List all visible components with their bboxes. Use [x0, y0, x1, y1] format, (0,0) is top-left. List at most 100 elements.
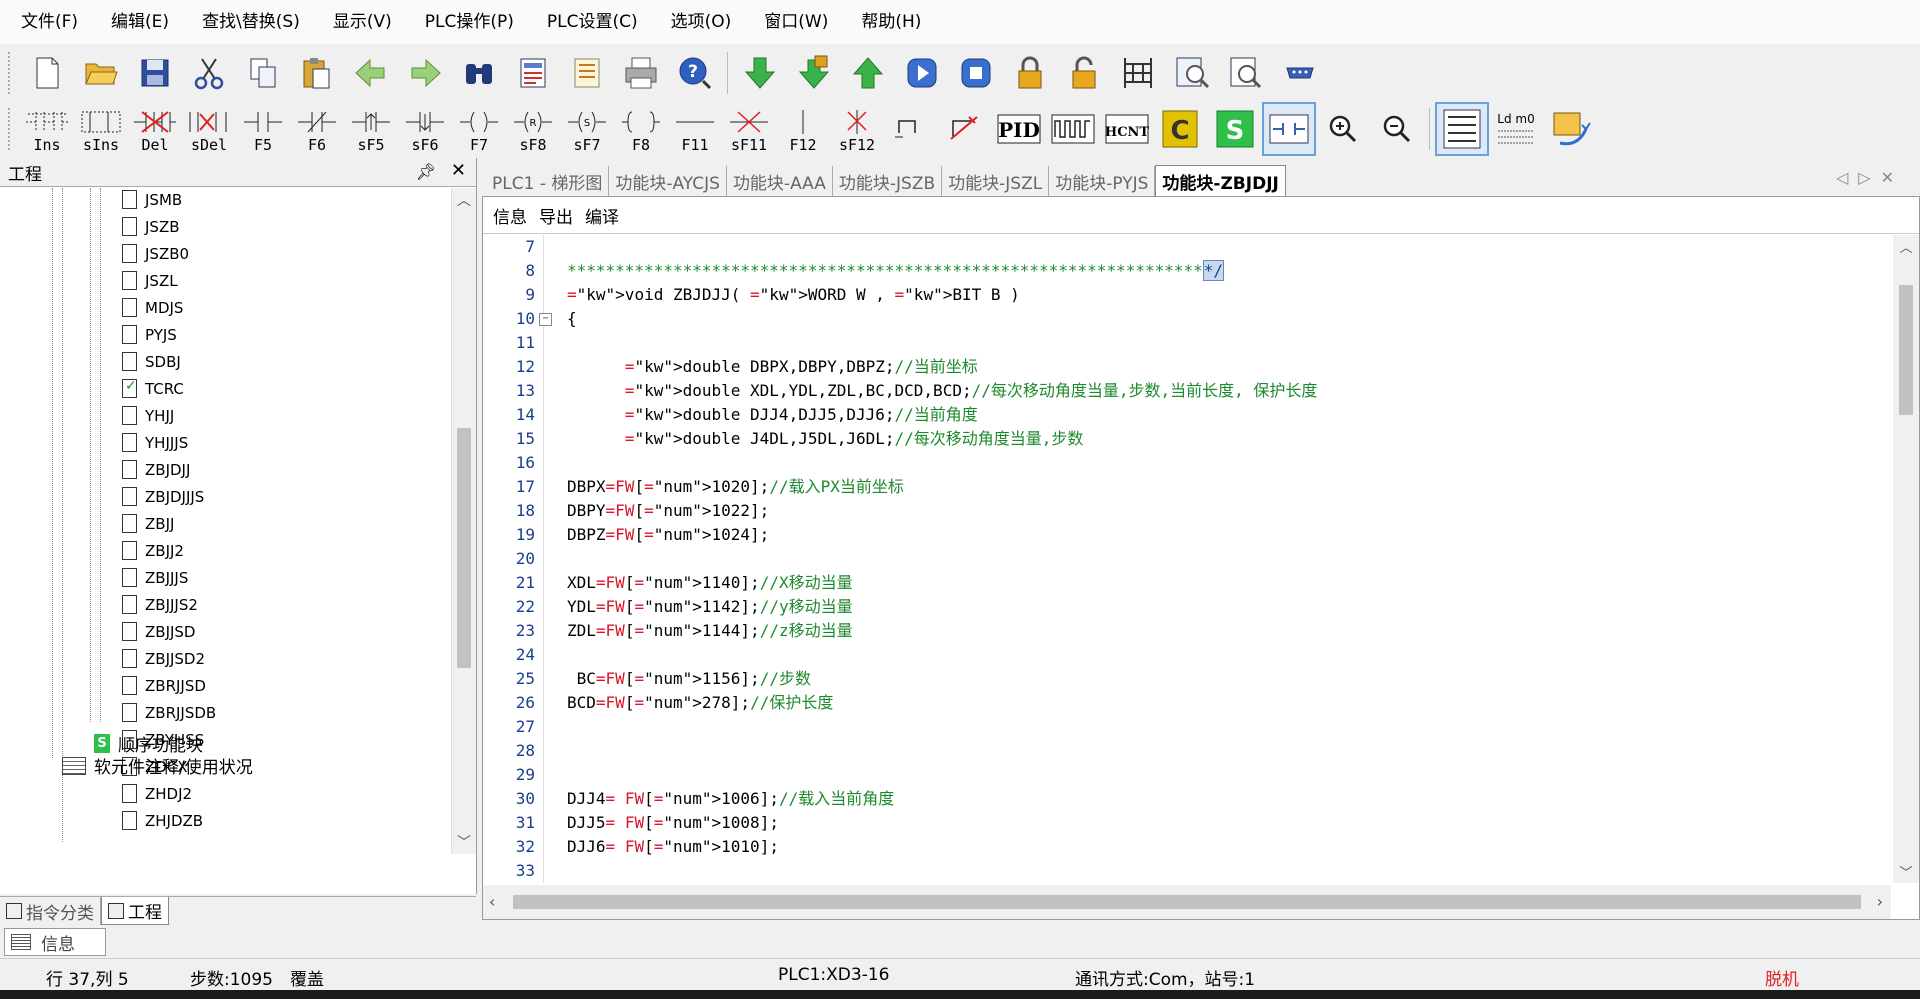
zoom-in-button[interactable]	[1318, 104, 1368, 154]
toolbar-grip-2[interactable]	[8, 108, 14, 150]
editor-scroll-thumb[interactable]	[1899, 285, 1913, 415]
scroll-thumb[interactable]	[457, 428, 471, 668]
chevron-down-icon[interactable]: ﹀	[1893, 862, 1919, 881]
menu-file[interactable]: 文件(F)	[9, 0, 90, 44]
menu-plc-settings[interactable]: PLC设置(C)	[535, 0, 650, 44]
zoom-out-button[interactable]	[1372, 104, 1422, 154]
tab-fb-aycjs[interactable]: 功能块-AYCJS	[609, 166, 727, 196]
sfc-button[interactable]: S	[1210, 104, 1260, 154]
monitor-button[interactable]	[1168, 49, 1216, 97]
close-icon[interactable]: ✕	[451, 160, 466, 181]
tree-item[interactable]: JSZB0	[122, 240, 189, 267]
tree-item[interactable]: YHJJJS	[122, 429, 188, 456]
copy-button[interactable]	[239, 49, 287, 97]
shift-insert-button[interactable]: sIns	[76, 104, 126, 154]
tab-fb-jszb[interactable]: 功能块-JSZB	[833, 166, 943, 196]
instruction-list-button[interactable]	[509, 49, 557, 97]
tab-project[interactable]: 工程	[101, 897, 169, 925]
tree-item[interactable]: JSZL	[122, 267, 178, 294]
tree-item[interactable]: ZHJDZB	[122, 807, 203, 834]
tab-instruction-category[interactable]: 指令分类	[0, 897, 101, 925]
instruction-list-view-button[interactable]: Ld m0	[1491, 104, 1541, 154]
export-menu[interactable]: 导出	[539, 203, 573, 228]
tab-fb-jszl[interactable]: 功能块-JSZL	[942, 166, 1050, 196]
chevron-right-icon[interactable]: ›	[1877, 892, 1883, 911]
tree-item[interactable]: YHJJ	[122, 402, 174, 429]
paste-button[interactable]	[293, 49, 341, 97]
info-menu[interactable]: 信息	[493, 203, 527, 228]
code-area[interactable]: 7 8 **************************************…	[483, 235, 1891, 883]
chevron-up-icon[interactable]: ︿	[1893, 237, 1919, 256]
chevron-left-icon[interactable]: ‹	[489, 892, 495, 911]
tree-item[interactable]: SDBJ	[122, 348, 181, 375]
new-file-button[interactable]	[23, 49, 71, 97]
output-coil-button[interactable]: F7	[454, 104, 504, 154]
comments-node[interactable]: 软元件注释/使用状况	[62, 752, 253, 779]
delete-button[interactable]: Del	[130, 104, 180, 154]
ladder-list-button[interactable]	[1435, 102, 1489, 156]
nc-contact-button[interactable]: F6	[292, 104, 342, 154]
tab-fb-aaa[interactable]: 功能块-AAA	[727, 166, 833, 196]
tab-left-icon[interactable]: ◁	[1836, 168, 1858, 187]
tree-item[interactable]: MDJS	[122, 294, 183, 321]
editor-horizontal-scrollbar[interactable]: ‹ ›	[483, 885, 1891, 919]
convert-button[interactable]	[1545, 104, 1595, 154]
help-button[interactable]: ?	[671, 49, 719, 97]
tree-item[interactable]: ZBJJ2	[122, 537, 184, 564]
back-button[interactable]	[347, 49, 395, 97]
tree-item[interactable]: ZBJDJJ	[122, 456, 190, 483]
rising-edge-button[interactable]: sF5	[346, 104, 396, 154]
tree-item[interactable]: ZBRJJSDB	[122, 699, 216, 726]
falling-edge-button[interactable]: sF6	[400, 104, 450, 154]
tree-item[interactable]: JSZB	[122, 213, 180, 240]
tab-right-icon[interactable]: ▷	[1858, 168, 1880, 187]
tab-fb-zbjdjj[interactable]: 功能块-ZBJDJJ	[1155, 165, 1286, 196]
menu-edit[interactable]: 编辑(E)	[99, 0, 181, 44]
tab-plc1-ladder[interactable]: PLC1 - 梯形图	[480, 166, 610, 196]
tree-item[interactable]: JSMB	[122, 188, 182, 213]
bracket-button[interactable]	[886, 104, 936, 154]
tree-item[interactable]: ✓ TCRC	[122, 375, 184, 402]
tree-item[interactable]: ZBJDJJJS	[122, 483, 204, 510]
chevron-down-icon[interactable]: ﹀	[452, 832, 476, 852]
menu-view[interactable]: 显示(V)	[321, 0, 404, 44]
fold-toggle-icon[interactable]: −	[539, 313, 552, 326]
hcnt-button[interactable]: HCNT	[1102, 104, 1152, 154]
pid-button[interactable]: PID	[994, 104, 1044, 154]
chevron-up-icon[interactable]: ︿	[452, 190, 476, 210]
reset-coil-button[interactable]: RsF8	[508, 104, 558, 154]
pulse-button[interactable]	[1048, 104, 1098, 154]
instruction-button[interactable]: F8	[616, 104, 666, 154]
lock-button[interactable]	[1006, 49, 1054, 97]
save-button[interactable]	[131, 49, 179, 97]
menu-help[interactable]: 帮助(H)	[849, 0, 933, 44]
print-button[interactable]	[617, 49, 665, 97]
tree-item[interactable]: PYJS	[122, 321, 177, 348]
tree-item[interactable]: ZBJJSD2	[122, 645, 205, 672]
menu-find-replace[interactable]: 查找\替换(S)	[190, 0, 312, 44]
unlock-button[interactable]	[1060, 49, 1108, 97]
open-file-button[interactable]	[77, 49, 125, 97]
download-locked-button[interactable]	[790, 49, 838, 97]
communication-button[interactable]	[1276, 49, 1324, 97]
insert-button[interactable]: Ins	[22, 104, 72, 154]
tab-fb-pyjs[interactable]: 功能块-PYJS	[1049, 166, 1156, 196]
editor-vertical-scrollbar[interactable]: ︿ ﹀	[1893, 235, 1919, 883]
vertical-line-button[interactable]: F12	[778, 104, 828, 154]
tree-item[interactable]: ZBJJJS2	[122, 591, 198, 618]
delete-bracket-button[interactable]	[940, 104, 990, 154]
c-language-button[interactable]: C	[1156, 104, 1206, 154]
menu-window[interactable]: 窗口(W)	[752, 0, 840, 44]
stop-button[interactable]	[952, 49, 1000, 97]
menu-plc-operation[interactable]: PLC操作(P)	[413, 0, 526, 44]
run-button[interactable]	[898, 49, 946, 97]
download-button[interactable]	[736, 49, 784, 97]
cut-button[interactable]	[185, 49, 233, 97]
compile-menu[interactable]: 编译	[585, 203, 619, 228]
menu-options[interactable]: 选项(O)	[659, 0, 744, 44]
tree-item[interactable]: ZHDJ2	[122, 780, 192, 807]
shift-delete-button[interactable]: sDel	[184, 104, 234, 154]
horizontal-line-button[interactable]: F11	[670, 104, 720, 154]
pin-icon[interactable]: 📌︎	[416, 162, 436, 181]
find-button[interactable]	[455, 49, 503, 97]
